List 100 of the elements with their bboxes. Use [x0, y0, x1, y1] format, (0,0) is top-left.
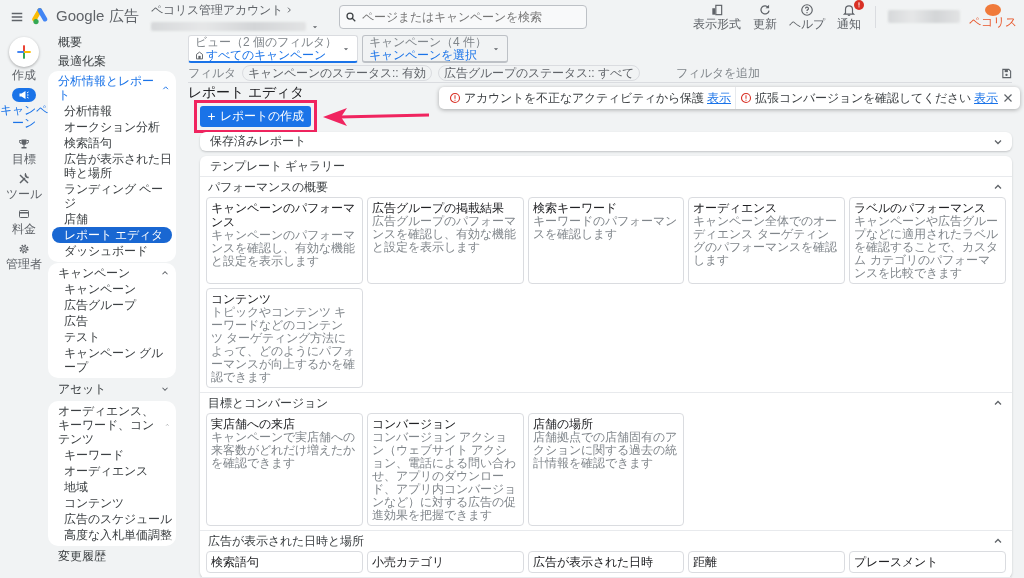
template-title: 距離 — [693, 555, 719, 569]
nav-item[interactable]: キーワード — [52, 447, 172, 463]
template-card[interactable]: 店舗の場所 店舗拠点での店舗固有のアクションに関する過去の統計情報を確認できます — [527, 413, 685, 526]
trophy-icon — [18, 137, 30, 150]
nav-item[interactable]: 広告のスケジュール — [52, 511, 172, 527]
template-title: 検索キーワード — [532, 201, 618, 215]
section-header[interactable]: 目標とコンバージョン — [206, 393, 1006, 413]
nav-item[interactable]: テスト — [52, 329, 172, 345]
alert-text: アカウントを不正なアクティビティから保護 — [464, 89, 704, 107]
chevron-up-icon — [160, 83, 170, 93]
blurred-account-name — [888, 10, 960, 23]
template-description: キャンペーンで実店舗への来客数がどれだけ増えたかを確認できます — [211, 431, 356, 470]
template-title: 広告が表示された日時 — [532, 555, 654, 569]
template-description: キャンペーンや広告グループなどに適用されたラベルを確認することで、カスタム カテゴリのパフォーマンスを比較できます — [854, 215, 1000, 280]
template-card[interactable]: キャンペーンのパフォーマンス キャンペーンのパフォーマンスを確認し、有効な機能と設定を表示します — [206, 197, 363, 284]
create-report-button[interactable]: レポートの作成 — [200, 106, 311, 127]
close-button[interactable] — [1002, 92, 1014, 104]
template-description: 広告グループのパフォーマンスを確認し、有効な機能と設定を表示します — [371, 215, 517, 254]
nav-section-header[interactable]: アセット — [48, 381, 176, 397]
template-card[interactable]: 小売カテゴリ — [366, 551, 524, 573]
view-link[interactable]: 表示 — [707, 89, 731, 107]
nav-item[interactable]: 広告グループ — [52, 297, 172, 313]
template-description: キャンペーン全体でのオーディエンス ターゲティングのパフォーマンスを確認します — [693, 215, 839, 267]
rail-item[interactable]: ツール — [0, 171, 48, 201]
nav-link[interactable]: 概要 — [48, 33, 176, 51]
section-header[interactable]: 広告が表示された日時と場所 — [206, 531, 1006, 551]
gallery-title: テンプレート ギャラリー — [200, 156, 1012, 177]
template-card[interactable]: オーディエンス キャンペーン全体でのオーディエンス ターゲティングのパフォーマンスを確認します — [688, 197, 846, 284]
template-card[interactable]: ラベルのパフォーマンス キャンペーンや広告グループなどに適用されたラベルを確認することで、カスタム カテゴリのパフォーマンスを比較できます — [849, 197, 1006, 284]
template-title: オーディエンス — [693, 201, 779, 215]
nav-item[interactable]: ランディング ページ — [52, 181, 172, 211]
megaphone-icon — [18, 89, 30, 102]
template-card[interactable]: 実店舗への来店 キャンペーンで実店舗への来客数がどれだけ増えたかを確認できます — [206, 413, 363, 526]
account-label[interactable]: ペコリス管理アカウント — [150, 1, 283, 19]
create-button[interactable]: 作成 — [0, 37, 48, 83]
add-filter-link[interactable]: フィルタを追加 — [676, 64, 761, 82]
nav-item[interactable]: 店舗 — [52, 211, 172, 227]
template-title: コンテンツ — [211, 292, 272, 306]
template-description: キーワードのパフォーマンスを確認します — [532, 215, 678, 241]
nav-item[interactable]: 広告 — [52, 313, 172, 329]
plus-icon — [207, 112, 216, 121]
template-card[interactable]: 広告グループの掲載結果 広告グループのパフォーマンスを確認し、有効な機能と設定を表示します — [366, 197, 524, 284]
nav-section-header[interactable]: 分析情報とレポート — [48, 73, 176, 103]
rail-item[interactable]: キャンペーン — [0, 88, 48, 131]
template-card[interactable]: 距離 — [688, 551, 846, 573]
view-selector[interactable]: ビュー（2 個のフィルタ） すべてのキャンペーン — [188, 35, 358, 63]
building-icon — [195, 50, 204, 60]
nav-section-header[interactable]: キャンペーン — [48, 265, 176, 281]
alert-icon — [449, 92, 461, 104]
nav-link[interactable]: 最適化案 — [48, 52, 176, 70]
template-title: 実店舗への来店 — [211, 417, 296, 431]
template-title: 店舗の場所 — [532, 417, 594, 431]
search-icon — [344, 10, 357, 23]
rail-item[interactable]: 目標 — [0, 136, 48, 166]
template-title: プレースメント — [854, 555, 940, 569]
template-description: キャンペーンのパフォーマンスを確認し、有効な機能と設定を表示します — [211, 229, 356, 268]
save-icon[interactable] — [1001, 67, 1012, 79]
nav-item[interactable]: 検索語句 — [52, 135, 172, 151]
bell-icon — [842, 2, 856, 17]
refresh-button[interactable]: 更新 — [751, 2, 779, 31]
template-card[interactable]: 検索キーワード キーワードのパフォーマンスを確認します — [527, 197, 685, 284]
template-title: コンバージョン — [371, 417, 457, 431]
help-button[interactable]: ヘルプ — [787, 2, 827, 31]
notifications-button[interactable]: 通知 — [835, 2, 863, 31]
nav-item[interactable]: コンテンツ — [52, 495, 172, 511]
search-field[interactable]: ページまたはキャンペーンを検索 — [338, 4, 587, 29]
nav-item[interactable]: キャンペーン — [52, 281, 172, 297]
campaign-selector[interactable]: キャンペーン（4 件） キャンペーンを選択 — [362, 35, 509, 63]
nav-section-header[interactable]: オーディエンス、キーワード、コンテンツ — [48, 403, 176, 447]
rail-item[interactable]: 料金 — [0, 206, 48, 237]
nav-item[interactable]: 高度な入札単価調整 — [52, 527, 172, 543]
template-card[interactable]: コンテンツ トピックやコンテンツ キーワードなどのコンテンツ ターゲティング方法によって、どのようにパフォーマンスが向上するかを確認できます — [206, 288, 363, 388]
nav-item[interactable]: オーディエンス — [52, 463, 172, 479]
alert-text: 拡張コンバージョンを確認してください — [755, 89, 971, 107]
nav-item[interactable]: ダッシュボード — [52, 243, 172, 259]
section-header[interactable]: パフォーマンスの概要 — [206, 177, 1006, 197]
view-link[interactable]: 表示 — [974, 89, 998, 107]
nav-item[interactable]: 広告が表示された日時と場所 — [52, 151, 172, 181]
template-card[interactable]: 検索語句 — [206, 551, 363, 573]
template-description: トピックやコンテンツ キーワードなどのコンテンツ ターゲティング方法によって、どのようにパフォーマンスが向上するかを確認できます — [211, 306, 356, 384]
template-title: キャンペーンのパフォーマンス — [211, 201, 356, 229]
plus-icon — [16, 44, 32, 60]
rail-item[interactable]: 管理者 — [0, 242, 48, 272]
saved-reports-panel[interactable]: 保存済みレポート — [200, 132, 1012, 151]
refresh-icon — [758, 2, 772, 17]
nav-item[interactable]: オークション分析 — [52, 119, 172, 135]
template-description: 店舗拠点での店舗固有のアクションに関する過去の統計情報を確認できます — [532, 431, 678, 470]
nav-item[interactable]: レポート エディタ — [52, 227, 172, 243]
filter-label: フィルタ — [188, 64, 236, 82]
columns-button[interactable]: 表示形式 — [691, 2, 743, 31]
nav-item[interactable]: 地域 — [52, 479, 172, 495]
template-card[interactable]: 広告が表示された日時 — [527, 551, 685, 573]
template-card[interactable]: プレースメント — [849, 551, 1006, 573]
nav-item[interactable]: 分析情報 — [52, 103, 172, 119]
template-title: ラベルのパフォーマンス — [854, 201, 988, 215]
nav-link[interactable]: 変更履歴 — [48, 547, 176, 565]
nav-item[interactable]: キャンペーン グループ — [52, 345, 172, 375]
template-title: 検索語句 — [211, 555, 260, 569]
tools-icon — [18, 172, 30, 185]
template-card[interactable]: コンバージョン コンバージョン アクション（ウェブサイト アクション、電話による問い合わせ、アプリのダウンロード、アプリ内コンバージョンなど）に対する広告の促進効果を把握できます — [366, 413, 524, 526]
